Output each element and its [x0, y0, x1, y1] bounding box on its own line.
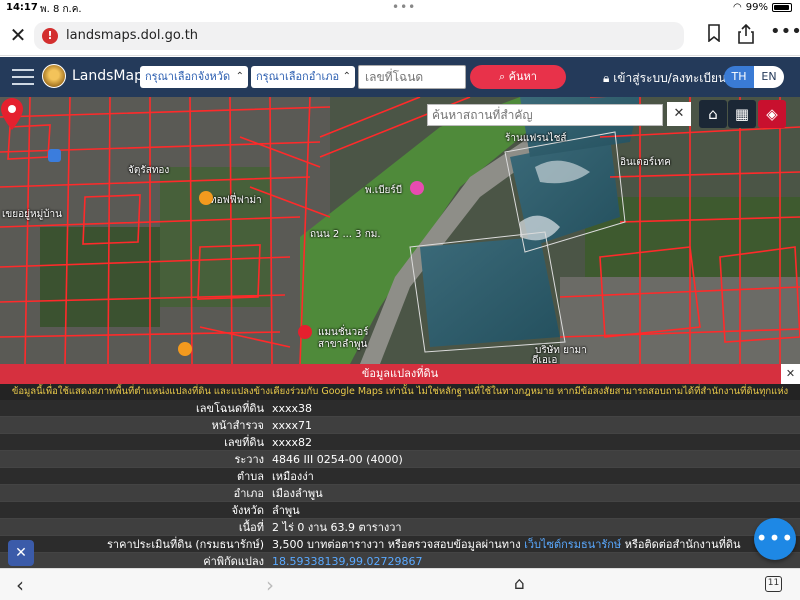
row-key: อำเภอ [233, 487, 264, 500]
table-row: ระวาง 4846 III 0254-00 (4000) [0, 451, 800, 468]
status-date: พ. 8 ก.ค. [40, 4, 82, 15]
row-key: เนื้อที่ [238, 521, 264, 534]
table-row: อำเภอ เมืองลำพูน [0, 485, 800, 502]
row-value: ลำพูน [272, 504, 300, 517]
parcel-number-input[interactable] [358, 65, 466, 89]
search-button[interactable]: ⌕ ค้นหา [470, 65, 566, 89]
close-icon[interactable]: ✕ [781, 364, 800, 384]
row-key: เลขโฉนดที่ดิน [196, 402, 264, 415]
map-view[interactable]: ทอฟฟี่ฟาม่า จัตุรัสทอง เขยอยู่หมู่บ้าน พ… [0, 97, 800, 364]
row-key: ระวาง [234, 453, 264, 466]
tools-icon[interactable]: ✕ [8, 540, 34, 566]
chevron-updown-icon: ⌃ [235, 71, 244, 82]
record-indicator-icon [42, 28, 58, 44]
home-icon[interactable]: ⌂ [514, 574, 525, 594]
search-button-label: ค้นหา [508, 70, 537, 83]
tabs-icon[interactable]: 11 [765, 576, 782, 592]
table-row: ตำบล เหมืองง่า [0, 468, 800, 485]
clear-search-icon[interactable]: ✕ [667, 102, 691, 126]
location-pin-icon[interactable] [0, 97, 24, 131]
brand-name: LandsMaps [72, 68, 151, 84]
logo [42, 64, 66, 88]
row-value: เหมืองง่า [272, 470, 314, 483]
multitask-dots[interactable]: ••• [392, 0, 416, 14]
row-value: 3,500 บาทต่อตารางวา หรือตรวจสอบข้อมูลผ่า… [272, 536, 741, 553]
table-row: เลขโฉนดที่ดิน xxxx38 [0, 400, 800, 417]
row-value: xxxx71 [272, 419, 313, 432]
bookmark-icon[interactable] [703, 24, 725, 46]
url-text: landsmaps.dol.go.th [66, 28, 199, 43]
map-label-place6: อินเตอร์เทค [620, 157, 671, 168]
price-text: 3,500 บาทต่อตารางวา หรือตรวจสอบข้อมูลผ่า… [272, 538, 521, 551]
browser-bottom-nav: ‹ › ⌂ 11 [0, 568, 800, 600]
row-value: เมืองลำพูน [272, 487, 323, 500]
back-icon[interactable]: ‹ [16, 573, 24, 597]
wifi-icon: ◠ [733, 2, 742, 13]
disclaimer-text: ข้อมูลนี้เพื่อใช้แสดงสภาพพื้นที่ตำแหน่งแ… [0, 384, 800, 400]
lock-icon: 🔒︎ [603, 71, 614, 85]
parcel-info-table: เลขโฉนดที่ดิน xxxx38 หน้าสำรวจ xxxx71 เล… [0, 400, 800, 570]
district-select[interactable]: กรุณาเลือกอำเภอ ⌃ [251, 66, 355, 88]
orange-poi-icon [178, 342, 192, 356]
red-poi-icon [298, 325, 312, 339]
treasury-website-link[interactable]: เว็บไซต์กรมธนารักษ์ [524, 538, 621, 551]
layers-icon[interactable]: ◈ [758, 100, 786, 128]
table-row: หน้าสำรวจ xxxx71 [0, 417, 800, 434]
more-options-button[interactable]: ••• [754, 518, 796, 560]
chevron-updown-icon: ⌃ [342, 71, 351, 82]
table-row: เลขที่ดิน xxxx82 [0, 434, 800, 451]
browser-toolbar: ✕ landsmaps.dol.go.th ••• [0, 16, 800, 56]
menu-icon[interactable] [12, 69, 34, 85]
row-key: จังหวัด [231, 504, 264, 517]
grid-icon[interactable]: ▦ [728, 100, 756, 128]
more-icon[interactable]: ••• [770, 21, 800, 43]
district-select-label: กรุณาเลือกอำเภอ [256, 70, 340, 83]
lang-en-button[interactable]: EN [754, 66, 784, 88]
row-key: หน้าสำรวจ [211, 419, 264, 432]
orange-poi-icon [199, 191, 213, 205]
map-label-place2: เขยอยู่หมู่บ้าน [2, 209, 62, 220]
forward-icon[interactable]: › [266, 573, 274, 597]
row-key: ราคาประเมินที่ดิน (กรมธนารักษ์) [107, 538, 264, 551]
table-row: เนื้อที่ 2 ไร่ 0 งาน 63.9 ตารางวา [0, 519, 800, 536]
province-select-label: กรุณาเลือกจังหวัด [145, 70, 231, 83]
login-link[interactable]: 🔒︎ เข้าสู่ระบบ/ลงทะเบียน [603, 69, 726, 88]
app-header: LandsMaps กรุณาเลือกจังหวัด ⌃ กรุณาเลือก… [0, 57, 800, 97]
row-key: ตำบล [236, 470, 264, 483]
map-label-place5: ร้านแฟรนไชส์ [505, 133, 567, 144]
battery-percent: 99% [745, 2, 768, 13]
row-value: 4846 III 0254-00 (4000) [272, 453, 403, 466]
table-row: ราคาประเมินที่ดิน (กรมธนารักษ์) 3,500 บา… [0, 536, 800, 553]
map-label-shop: ทอฟฟี่ฟาม่า [210, 195, 262, 206]
login-label: เข้าสู่ระบบ/ลงทะเบียน [613, 71, 727, 85]
row-value: 2 ไร่ 0 งาน 63.9 ตารางวา [272, 521, 402, 534]
address-bar[interactable]: landsmaps.dol.go.th [34, 22, 684, 50]
table-row: จังหวัด ลำพูน [0, 502, 800, 519]
coordinates-link[interactable]: 18.59338139,99.02729867 [272, 555, 422, 568]
row-key: เลขที่ดิน [224, 436, 264, 449]
map-label-place1: จัตุรัสทอง [128, 165, 170, 176]
place-search-input[interactable] [427, 104, 663, 126]
close-icon[interactable]: ✕ [8, 25, 28, 45]
status-time: 14:17 [6, 2, 38, 13]
province-select[interactable]: กรุณาเลือกจังหวัด ⌃ [140, 66, 248, 88]
home-icon[interactable]: ⌂ [699, 100, 727, 128]
status-right: ◠ 99% [733, 2, 792, 13]
search-icon: ⌕ [499, 70, 509, 83]
pink-poi-icon [410, 181, 424, 195]
map-label-place8: สาขาลำพูน [318, 339, 368, 350]
row-value: xxxx82 [272, 436, 313, 449]
price-text-suffix: หรือติดต่อสำนักงานที่ดิน [624, 538, 741, 551]
satellite-map [0, 97, 800, 364]
share-icon[interactable] [735, 23, 757, 46]
lang-th-button[interactable]: TH [724, 66, 754, 88]
row-value: xxxx38 [272, 402, 313, 415]
map-label-place10: ดีเอเอ [532, 355, 558, 364]
battery-icon [772, 3, 792, 12]
blue-poi-icon [48, 149, 61, 162]
map-label-place3: พ.เบียร์บี [365, 185, 403, 196]
status-bar: 14:17 พ. 8 ก.ค. ••• ◠ 99% [0, 0, 800, 16]
info-panel-title: ข้อมูลแปลงที่ดิน [0, 364, 800, 384]
map-label-place4: ถนน 2 ... 3 กม. [310, 229, 381, 240]
